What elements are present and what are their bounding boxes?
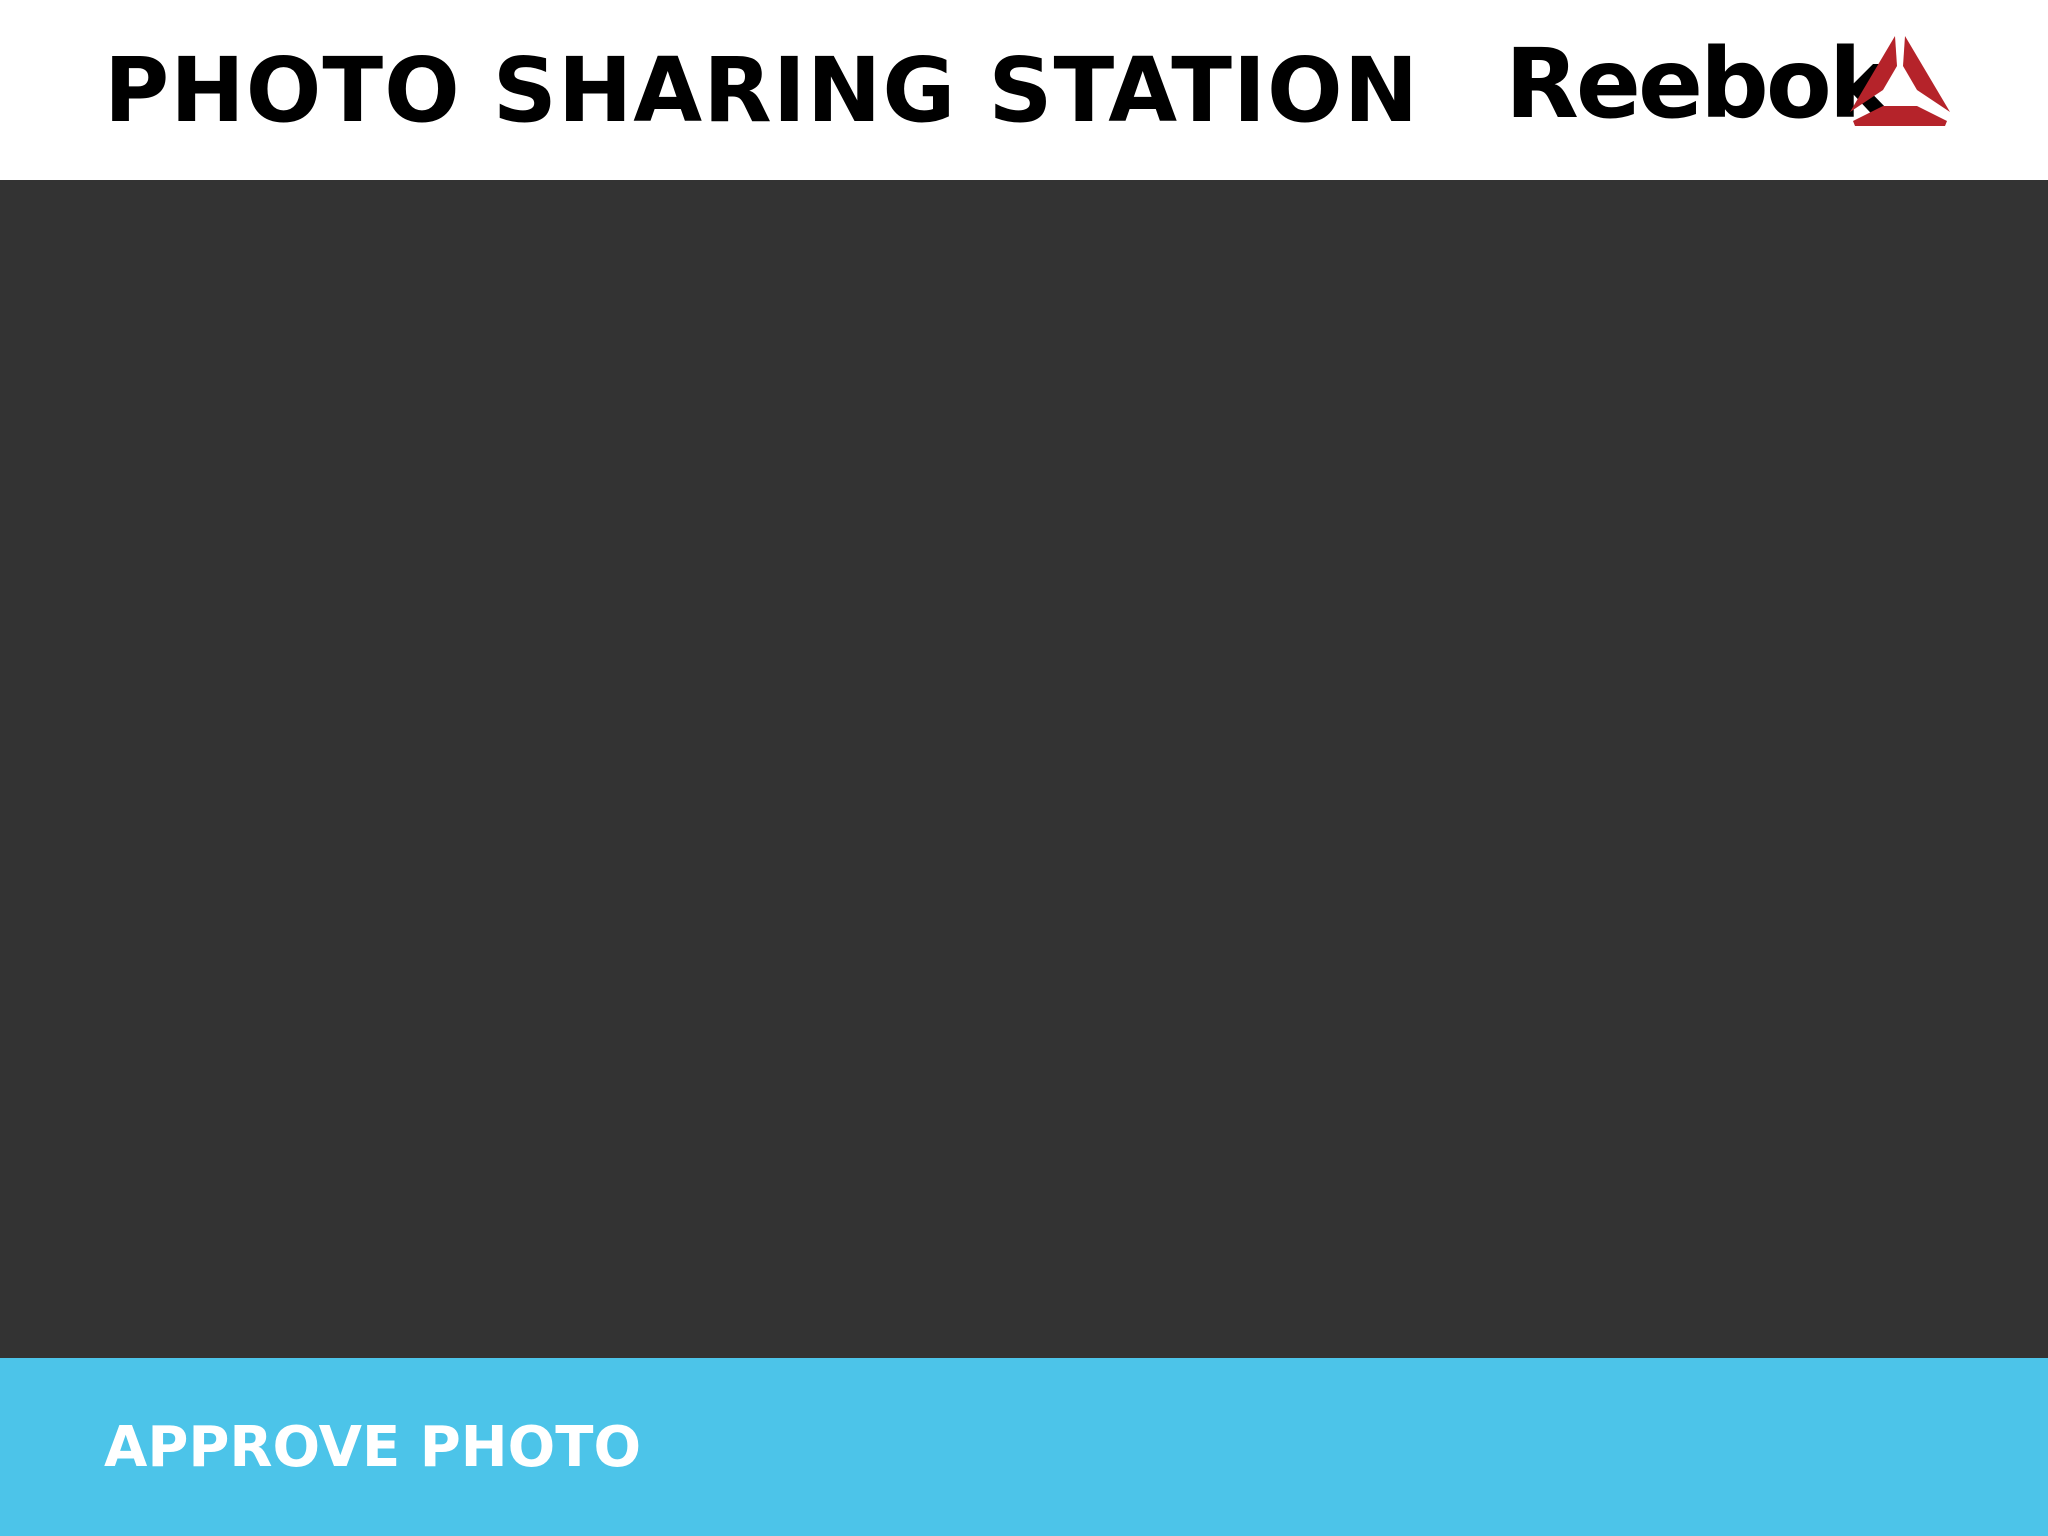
approve-photo-label: APPROVE PHOTO	[104, 1415, 642, 1480]
action-bar: APPROVE PHOTO	[0, 1358, 2048, 1536]
delta-logo-icon	[1850, 36, 1950, 126]
brand-wordmark: Reebok	[1505, 28, 1893, 140]
brand-logo: Reebok	[1505, 36, 1955, 132]
page-title: PHOTO SHARING STATION	[104, 38, 1420, 142]
photo-preview	[0, 180, 2048, 1358]
approve-photo-button[interactable]: APPROVE PHOTO	[0, 1358, 2048, 1536]
header: PHOTO SHARING STATION Reebok	[0, 0, 2048, 180]
